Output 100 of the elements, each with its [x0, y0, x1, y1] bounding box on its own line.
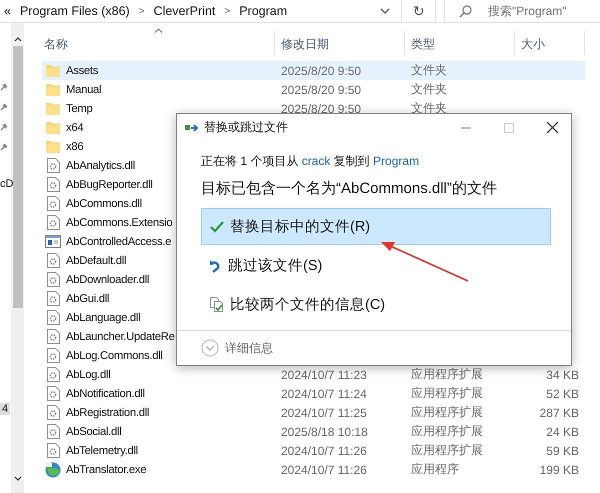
file-icon	[46, 177, 60, 192]
size-cell: 287 KB	[540, 406, 579, 420]
date-cell: 2024/10/7 11:23	[281, 368, 367, 382]
refresh-button[interactable]: ↻	[412, 2, 425, 20]
type-cell: 文件夹	[411, 63, 447, 77]
file-icon	[46, 443, 60, 458]
conflict-message: 目标已包含一个名为“AbCommons.dll”的文件	[201, 179, 498, 198]
breadcrumb-item[interactable]: Program	[239, 4, 288, 18]
file-name[interactable]: Assets	[66, 64, 98, 76]
date-cell: 2025/8/18 10:18	[281, 424, 368, 438]
file-name[interactable]: AbLauncher.UpdateRe	[66, 330, 175, 342]
breadcrumb-item[interactable]: Program Files (x86)	[20, 4, 130, 18]
file-name[interactable]: x64	[66, 122, 84, 134]
expand-icon[interactable]	[201, 339, 219, 357]
file-icon	[46, 272, 60, 287]
file-icon	[46, 196, 60, 211]
file-name[interactable]: AbTelemetry.dll	[66, 444, 138, 456]
pin-icon[interactable]	[0, 143, 8, 151]
search-field[interactable]: 搜索"Program"	[486, 3, 600, 19]
file-name[interactable]: AbControlledAccess.e	[66, 236, 172, 248]
file-name[interactable]: AbRegistration.dll	[66, 406, 150, 418]
file-name[interactable]: AbLog.Commons.dll	[66, 350, 163, 362]
file-name[interactable]: x86	[66, 140, 84, 152]
size-cell: 52 KB	[546, 386, 579, 400]
type-cell: 应用程序扩展	[411, 367, 483, 381]
date-cell: 2025/8/20 9:50	[281, 102, 362, 116]
date-cell: 2024/10/7 11:26	[281, 444, 367, 458]
nav-item[interactable]: cD	[0, 178, 14, 190]
file-name[interactable]: Manual	[66, 84, 102, 96]
folder-icon	[46, 121, 60, 134]
file-name[interactable]: AbSocial.dll	[66, 426, 122, 438]
type-cell: 应用程序扩展	[411, 405, 483, 419]
file-name[interactable]: Temp	[66, 102, 92, 114]
close-icon[interactable]	[546, 122, 558, 133]
file-name[interactable]: AbLog.dll	[66, 368, 110, 380]
date-cell: 2024/10/7 11:24	[281, 386, 367, 400]
column-header[interactable]: 修改日期	[275, 25, 405, 55]
file-icon	[46, 367, 60, 382]
file-name[interactable]: AbAnalytics.dll	[66, 160, 135, 172]
column-header[interactable]: 类型	[405, 25, 515, 55]
copy-icon	[185, 122, 199, 132]
file-name[interactable]: AbGui.dll	[66, 292, 110, 304]
type-cell: 应用程序扩展	[411, 386, 483, 400]
file-name[interactable]: AbCommons.Extensio	[66, 216, 172, 228]
file-icon	[46, 386, 60, 401]
copy-status-text: 正在将 1 个项目从 crack 复制到 Program	[201, 153, 420, 170]
dialog-option[interactable]: 跳过该文件(S)	[201, 247, 551, 284]
pin-icon[interactable]	[0, 83, 8, 91]
dialog-option[interactable]: 比较两个文件的信息(C)	[201, 286, 551, 323]
pin-icon[interactable]	[0, 123, 8, 131]
back-button[interactable]: «	[4, 4, 11, 18]
folder-icon	[46, 64, 60, 77]
date-cell: 2025/8/20 9:50	[281, 82, 362, 96]
file-icon	[46, 253, 60, 268]
file-icon	[46, 329, 60, 344]
size-cell: 199 KB	[540, 462, 579, 476]
type-cell: 文件夹	[411, 82, 447, 96]
file-icon	[46, 424, 60, 439]
column-header[interactable]: 名称	[42, 25, 275, 55]
file-name[interactable]: AbDefault.dll	[66, 254, 126, 266]
curved-arrow-icon	[210, 258, 222, 272]
documents-icon	[210, 297, 224, 312]
file-icon	[46, 348, 60, 363]
column-header[interactable]: 大小	[515, 25, 585, 55]
file-name[interactable]: AbDownloader.dll	[66, 274, 150, 286]
scrollbar-thumb[interactable]	[13, 46, 23, 308]
folder-link[interactable]: crack	[302, 154, 330, 168]
dropdown-icon[interactable]	[380, 8, 390, 14]
chevron-separator: >	[224, 6, 230, 16]
nav-item[interactable]: 4	[0, 403, 10, 415]
file-name[interactable]: AbCommons.dll	[66, 198, 142, 210]
dialog-option[interactable]: 替换目标中的文件(R)	[201, 208, 551, 245]
file-name[interactable]: AbTranslator.exe	[66, 464, 146, 476]
date-cell: 2024/10/7 11:26	[281, 462, 367, 476]
size-cell: 24 KB	[546, 424, 579, 438]
folder-link[interactable]: Program	[373, 154, 420, 168]
type-cell: 文件夹	[411, 101, 447, 115]
size-cell: 59 KB	[546, 444, 579, 458]
check-icon	[210, 220, 224, 232]
file-name[interactable]: AbLanguage.dll	[66, 312, 140, 324]
file-row-highlight[interactable]: Assets 2025/8/20 9:50 文件夹	[42, 61, 585, 80]
type-cell: 应用程序扩展	[411, 443, 483, 457]
file-name[interactable]: AbBugReporter.dll	[66, 178, 153, 190]
file-icon	[46, 291, 60, 306]
file-icon	[46, 310, 60, 325]
breadcrumb-item[interactable]: CleverPrint	[154, 4, 216, 18]
type-cell: 应用程序扩展	[411, 424, 483, 438]
folder-icon	[46, 140, 60, 153]
scroll-up-icon[interactable]	[14, 37, 22, 42]
window-icon	[45, 235, 61, 248]
minimize-icon[interactable]	[461, 126, 471, 128]
file-name[interactable]: AbNotification.dll	[66, 388, 145, 400]
pin-icon[interactable]	[0, 103, 8, 111]
scroll-down-icon[interactable]	[14, 476, 22, 481]
folder-icon	[46, 102, 60, 115]
file-icon	[46, 215, 60, 230]
search-icon	[459, 4, 472, 18]
folder-icon	[46, 83, 60, 96]
size-cell: 34 KB	[546, 368, 579, 382]
details-toggle[interactable]: 详细信息	[225, 340, 273, 356]
